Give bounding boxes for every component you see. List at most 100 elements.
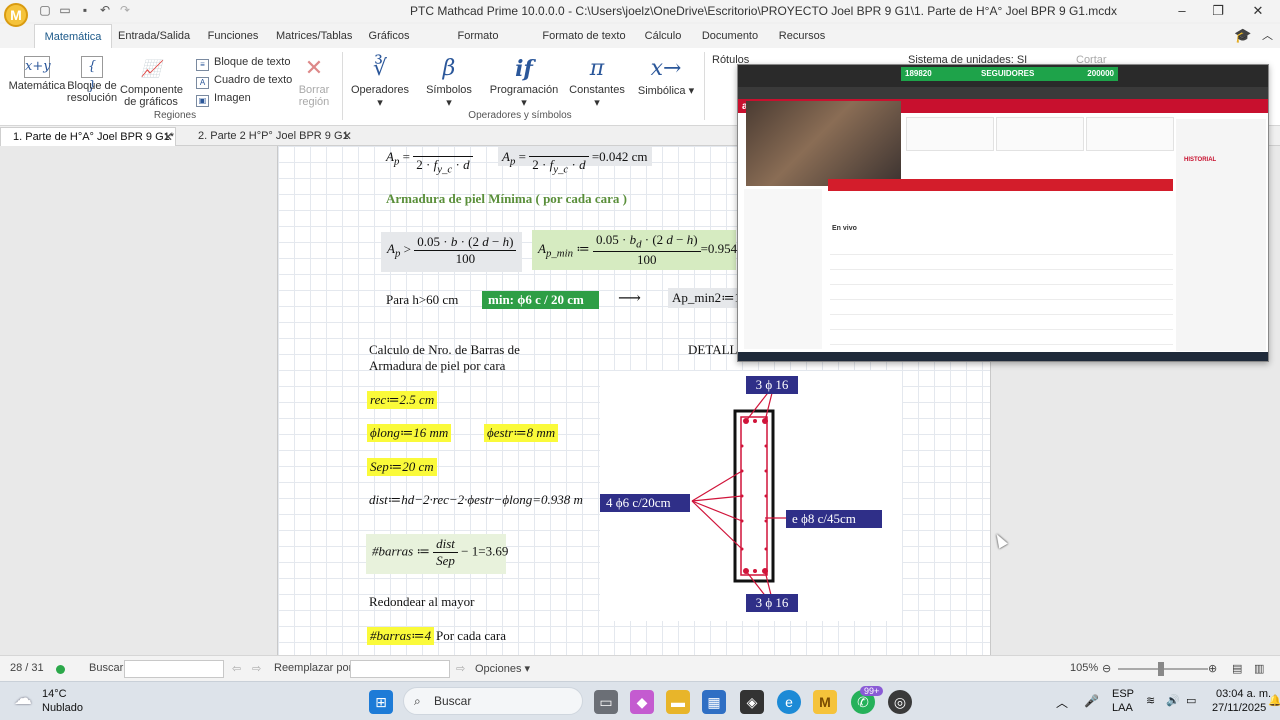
match-card[interactable]	[996, 117, 1084, 151]
math-region-phi-estr[interactable]: ϕestr≔8 mm	[484, 424, 559, 442]
tab-matematica[interactable]: Matemática	[34, 24, 112, 48]
text-por-cada-cara[interactable]: Por cada cara	[436, 628, 506, 644]
floating-stream-window[interactable]: 189820 SEGUIDORES 200000 apuestatotal En…	[737, 64, 1269, 362]
clock-date[interactable]: 27/11/2025	[1212, 702, 1266, 714]
math-region-nbarras[interactable]: #barras ≔ dist Sep − 1=3.69	[366, 534, 508, 574]
close-icon[interactable]: ✕	[1248, 2, 1268, 20]
text-box-button[interactable]: A Cuadro de texto	[196, 74, 292, 89]
file-explorer-icon[interactable]: ▬	[666, 690, 690, 714]
tab-graficos[interactable]: Gráficos	[364, 24, 414, 48]
math-region-button[interactable]: x+y Matemática	[8, 56, 66, 92]
edge-browser-icon[interactable]: e	[777, 690, 801, 714]
rebar-label-skin[interactable]: 4 ϕ6 c/20cm	[600, 494, 690, 512]
draft-view-icon[interactable]: ▥	[1254, 662, 1264, 675]
volume-icon[interactable]: 🔊	[1166, 694, 1180, 707]
store-icon[interactable]: ▦	[702, 690, 726, 714]
mathcad-taskbar-icon[interactable]: M	[813, 690, 837, 714]
math-region-ap-min[interactable]: Ap_min ≔ 0.05 · bd · (2 d − h) 100 =0.954 …	[532, 230, 760, 270]
zoom-slider-thumb[interactable]	[1158, 662, 1164, 676]
redo-icon[interactable]: ↷	[118, 3, 132, 17]
delete-region-button[interactable]: ✕ Borrar región	[290, 56, 338, 108]
math-region-sep[interactable]: Sep≔20 cm	[367, 458, 437, 476]
replace-icon[interactable]: ⇨	[456, 662, 465, 675]
app-icon[interactable]: ◈	[740, 690, 764, 714]
text-calc-title-1[interactable]: Calculo de Nro. de Barras de	[369, 342, 520, 358]
taskbar-search[interactable]: ⌕ Buscar	[403, 687, 583, 715]
tab-recursos[interactable]: Recursos	[776, 24, 828, 48]
obs-icon[interactable]: ◎	[888, 690, 912, 714]
zoom-out-icon[interactable]: ⊖	[1102, 662, 1111, 675]
clock-time[interactable]: 03:04 a. m.	[1216, 688, 1271, 700]
battery-icon[interactable]: ▭	[1186, 694, 1196, 707]
symbolic-button[interactable]: x→ Simbólica ▾	[636, 56, 696, 97]
close-tab-icon[interactable]: ✕	[163, 128, 173, 146]
solve-block-button[interactable]: { } Bloque de resolución	[66, 56, 118, 104]
task-view-icon[interactable]: ▭	[594, 690, 618, 714]
match-card[interactable]	[1086, 117, 1174, 151]
min-rebar-label[interactable]: min: ϕ6 c / 20 cm	[482, 291, 599, 309]
document-tab-1[interactable]: 1. Parte de H°A° Joel BPR 9 G1* ✕	[0, 127, 176, 146]
tab-formato-matematico[interactable]: Formato matemático	[428, 24, 528, 66]
maximize-icon[interactable]: ❐	[1208, 2, 1228, 20]
options-dropdown[interactable]: Opciones ▾	[475, 662, 530, 675]
find-input[interactable]	[124, 660, 224, 678]
math-region-rec[interactable]: rec≔2.5 cm	[367, 391, 438, 409]
tab-formato-texto[interactable]: Formato de texto	[542, 24, 626, 48]
copilot-icon[interactable]: ◆	[630, 690, 654, 714]
symbols-button[interactable]: β Símbolos ▾	[422, 56, 476, 109]
text-para-h[interactable]: Para h>60 cm	[386, 292, 458, 308]
minimize-icon[interactable]: –	[1172, 2, 1192, 20]
tab-calculo[interactable]: Cálculo	[640, 24, 686, 48]
find-next-icon[interactable]: ⇨	[252, 662, 261, 675]
notifications-icon[interactable]: 🔔	[1268, 694, 1280, 707]
rebar-label-top[interactable]: 3 ϕ 16	[746, 376, 798, 394]
rebar-label-stirrup[interactable]: e ϕ8 c/45cm	[786, 510, 882, 528]
page-view-icon[interactable]: ▤	[1232, 662, 1242, 675]
save-icon[interactable]: ▪	[78, 3, 92, 17]
close-tab-icon[interactable]: ✕	[342, 127, 352, 145]
browser-address-bar[interactable]	[738, 87, 1268, 99]
promo-banner[interactable]	[828, 179, 1173, 191]
tab-documento[interactable]: Documento	[700, 24, 760, 48]
math-region-ap-condition[interactable]: Ap > 0.05 · b · (2 d − h) 100	[381, 232, 523, 272]
open-folder-icon[interactable]: ▭	[58, 3, 72, 17]
input-language[interactable]: ESP	[1112, 688, 1134, 700]
weather-desc[interactable]: Nublado	[42, 702, 83, 714]
operators-button[interactable]: ∛ Operadores ▾	[350, 56, 410, 109]
tab-matrices-tablas[interactable]: Matrices/Tablas	[276, 24, 352, 48]
match-card[interactable]	[906, 117, 994, 151]
math-region-ap-min2[interactable]: Ap_min2≔1.41	[668, 288, 738, 308]
chart-component-button[interactable]: 📈 Componente de gráficos	[120, 56, 183, 108]
wifi-icon[interactable]: ≋	[1146, 694, 1155, 707]
programming-button[interactable]: if Programación ▾	[486, 56, 562, 109]
detail-drawing-area[interactable]: 3 ϕ 16 4 ϕ6 c/20cm e ϕ8 c/45cm 3 ϕ 16	[600, 371, 902, 621]
math-region-dist[interactable]: dist≔hd−2·rec−2·ϕestr−ϕlong=0.938 m	[369, 492, 583, 508]
text-calc-title-2[interactable]: Armadura de piel por cara	[369, 358, 505, 374]
new-document-icon[interactable]: ▢	[38, 3, 52, 17]
section-heading[interactable]: Armadura de piel Mínima ( por cada cara …	[386, 191, 627, 207]
math-region-nbarras-final[interactable]: #barras≔4	[367, 627, 435, 645]
microphone-icon[interactable]: 🎤	[1084, 694, 1099, 708]
text-redondear[interactable]: Redondear al mayor	[369, 594, 474, 610]
replace-input[interactable]	[350, 660, 450, 678]
math-region-phi-long[interactable]: ϕlong≔16 mm	[367, 424, 452, 442]
collapse-ribbon-icon[interactable]: ︿	[1262, 27, 1273, 43]
zoom-in-icon[interactable]: ⊕	[1208, 662, 1217, 675]
image-button[interactable]: ▣ Imagen	[196, 92, 251, 107]
tab-funciones[interactable]: Funciones	[205, 24, 261, 48]
math-region-ap-top-result[interactable]: Ap = 2 · fy_c · d =0.042 cm	[498, 146, 652, 176]
input-language-sub[interactable]: LAA	[1112, 702, 1133, 714]
document-tab-2[interactable]: 2. Parte 2 H°P° Joel BPR 9 G1 ✕	[186, 127, 354, 146]
undo-icon[interactable]: ↶	[98, 3, 112, 17]
show-hidden-icons[interactable]: ︿	[1056, 694, 1068, 711]
tab-entrada-salida[interactable]: Entrada/Salida	[118, 24, 190, 48]
mortarboard-icon[interactable]: 🎓	[1232, 27, 1254, 45]
find-prev-icon[interactable]: ⇦	[232, 662, 241, 675]
windows-start-icon[interactable]: ⊞	[369, 690, 393, 714]
rebar-label-bottom[interactable]: 3 ϕ 16	[746, 594, 798, 612]
weather-temp[interactable]: 14°C	[42, 688, 67, 700]
text-block-button[interactable]: ≡ Bloque de texto	[196, 56, 290, 71]
constants-button[interactable]: π Constantes ▾	[566, 56, 628, 109]
mathcad-logo-icon[interactable]: M	[4, 3, 28, 27]
math-region-ap-top[interactable]: Ap = 2 · fy_c · d	[382, 146, 477, 176]
